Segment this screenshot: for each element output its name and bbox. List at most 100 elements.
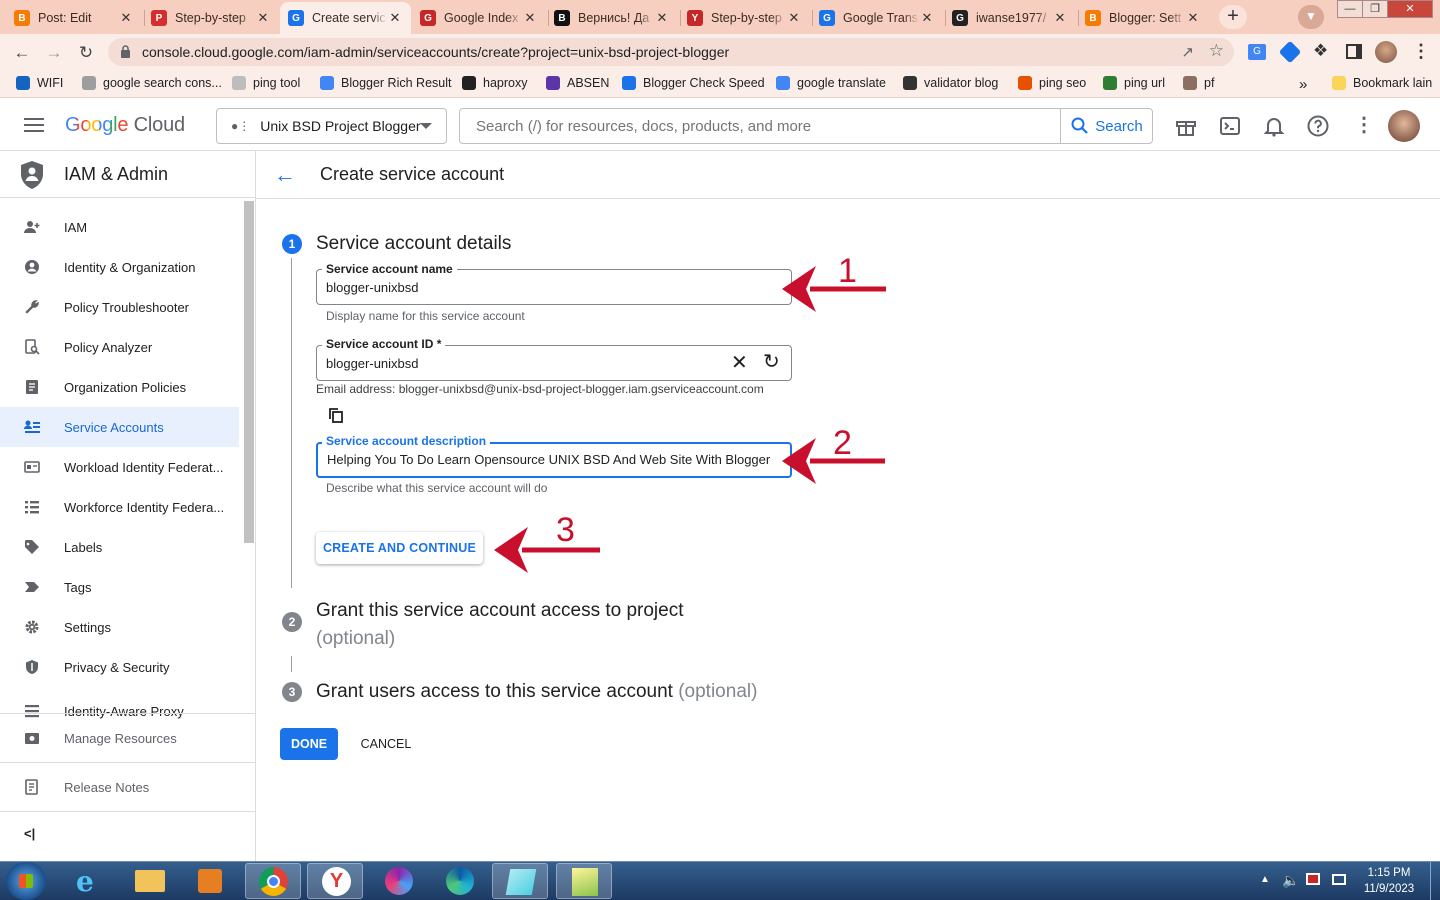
bookmarks-overflow[interactable]: » — [1299, 76, 1307, 93]
profile-avatar[interactable] — [1375, 41, 1397, 63]
bookmark-item[interactable]: haproxy — [462, 76, 527, 90]
notifications-bell-icon[interactable] — [1262, 114, 1286, 138]
tab-close-icon[interactable]: ✕ — [522, 10, 538, 26]
help-icon[interactable] — [1306, 114, 1330, 138]
taskbar-media-player[interactable] — [182, 863, 238, 899]
done-button[interactable]: DONE — [280, 728, 338, 760]
start-button[interactable] — [6, 862, 46, 900]
bookmark-folder[interactable]: Bookmark lain — [1332, 76, 1432, 90]
tab-close-icon[interactable]: ✕ — [1052, 10, 1068, 26]
bookmark-item[interactable]: Blogger Rich Result — [320, 76, 451, 90]
gift-icon[interactable] — [1174, 114, 1198, 138]
browser-tab[interactable]: B Blogger: Sett ✕ — [1077, 2, 1209, 34]
browser-menu-icon[interactable]: ⋮ — [1412, 41, 1430, 62]
create-and-continue-button[interactable]: CREATE AND CONTINUE — [316, 532, 483, 564]
bookmark-item[interactable]: ping tool — [232, 76, 300, 90]
browser-tab[interactable]: Giwanse1977/ ✕ — [944, 2, 1076, 34]
browser-tab[interactable]: G Google Index ✕ — [412, 2, 546, 34]
forward-icon[interactable]: → — [44, 43, 64, 63]
cancel-button[interactable]: CANCEL — [354, 728, 418, 760]
bookmark-item[interactable]: ping seo — [1018, 76, 1086, 90]
bookmark-star-icon[interactable]: ☆ — [1209, 41, 1224, 61]
new-tab-button[interactable]: + — [1219, 5, 1247, 29]
project-selector[interactable]: ●⋮ Unix BSD Project Blogger — [216, 108, 447, 144]
sidebar-item[interactable]: Privacy & Security — [0, 647, 239, 687]
cloud-shell-icon[interactable] — [1218, 114, 1242, 138]
collapse-sidebar-icon[interactable]: <| — [24, 826, 35, 841]
hamburger-menu-icon[interactable] — [24, 118, 44, 132]
minimize-button[interactable]: — — [1337, 0, 1363, 18]
back-arrow-icon[interactable]: ← — [274, 162, 296, 188]
taskbar-yandex[interactable]: Y — [307, 863, 363, 899]
translate-extension-icon[interactable]: G — [1248, 44, 1266, 60]
sidebar-item[interactable]: Policy Troubleshooter — [0, 287, 239, 327]
sidebar-item[interactable]: Policy Analyzer — [0, 327, 239, 367]
sidebar-item[interactable]: Labels — [0, 527, 239, 567]
tab-close-icon[interactable]: ✕ — [786, 10, 802, 26]
taskbar-edge[interactable] — [432, 863, 488, 899]
tab-close-icon[interactable]: ✕ — [1185, 10, 1201, 26]
bookmark-item[interactable]: pf — [1183, 76, 1214, 90]
browser-tab[interactable]: G Create service ✕ — [280, 2, 411, 34]
browser-tab[interactable]: G Google Trans ✕ — [811, 2, 943, 34]
show-desktop-button[interactable] — [1430, 862, 1440, 900]
tab-search-button[interactable]: ▼ — [1298, 5, 1324, 29]
clear-icon[interactable]: ✕ — [731, 350, 748, 375]
browser-tab[interactable]: P Step-by-step ✕ — [143, 2, 279, 34]
search-input[interactable] — [460, 109, 1060, 143]
account-avatar[interactable] — [1388, 110, 1420, 142]
sidebar-item[interactable]: Identity & Organization — [0, 247, 239, 287]
tray-action-center-icon[interactable] — [1332, 874, 1346, 885]
browser-tab[interactable]: Y Step-by-step ✕ — [679, 2, 810, 34]
tray-volume-muted-icon[interactable]: 🔈 — [1282, 872, 1299, 889]
sidebar-item[interactable]: Identity-Aware Proxy — [0, 695, 239, 719]
browser-tab[interactable]: B Post: Edit ✕ — [6, 2, 142, 34]
sidebar-item[interactable]: Tags — [0, 567, 239, 607]
sidebar-scrollbar[interactable] — [244, 201, 254, 543]
reload-icon[interactable]: ↻ — [76, 43, 96, 63]
sidebar-item[interactable]: Service Accounts — [0, 407, 239, 447]
tab-close-icon[interactable]: ✕ — [387, 10, 403, 26]
tray-show-hidden-icon[interactable]: ▲ — [1260, 874, 1270, 885]
search-button[interactable]: Search — [1060, 109, 1153, 143]
bookmark-item[interactable]: Blogger Check Speed — [622, 76, 765, 90]
taskbar-app-swirl[interactable] — [370, 863, 426, 899]
puzzle-extensions-icon[interactable]: ❖ — [1313, 41, 1328, 61]
browser-tab[interactable]: B Вернись! Да ✕ — [546, 2, 678, 34]
manage-resources-link[interactable]: Manage Resources — [0, 718, 239, 758]
service-account-id-input[interactable] — [326, 356, 716, 371]
bookmark-item[interactable]: google search cons... — [82, 76, 222, 90]
sidebar-item[interactable]: Settings — [0, 607, 239, 647]
service-account-name-input[interactable] — [326, 280, 716, 295]
bookmark-item[interactable]: WIFI — [16, 76, 63, 90]
taskbar-file-explorer[interactable] — [122, 863, 178, 899]
bookmark-item[interactable]: ping url — [1103, 76, 1165, 90]
tab-close-icon[interactable]: ✕ — [118, 10, 134, 26]
tab-close-icon[interactable]: ✕ — [255, 10, 271, 26]
bookmark-item[interactable]: ABSEN — [546, 76, 609, 90]
sidebar-item[interactable]: Organization Policies — [0, 367, 239, 407]
back-icon[interactable]: ← — [12, 43, 32, 63]
sidebar-item[interactable]: Workforce Identity Federa... — [0, 487, 239, 527]
sidebar-item[interactable]: IAM — [0, 207, 239, 247]
tab-close-icon[interactable]: ✕ — [654, 10, 670, 26]
close-window-button[interactable]: ✕ — [1387, 0, 1433, 18]
taskbar-internet-explorer[interactable]: e — [62, 863, 118, 899]
bookmark-item[interactable]: google translate — [776, 76, 886, 90]
share-icon[interactable]: ↗ — [1181, 43, 1194, 61]
address-bar[interactable]: console.cloud.google.com/iam-admin/servi… — [108, 38, 1234, 66]
taskbar-paint[interactable] — [556, 863, 612, 899]
regenerate-icon[interactable]: ↻ — [763, 349, 780, 374]
taskbar-chrome[interactable] — [245, 863, 301, 899]
copy-icon[interactable] — [329, 408, 343, 423]
service-account-description-input[interactable] — [327, 452, 777, 467]
release-notes-link[interactable]: Release Notes — [0, 767, 239, 807]
taskbar-app-notes[interactable] — [492, 863, 548, 899]
tray-clock[interactable]: 1:15 PM 11/9/2023 — [1356, 865, 1422, 897]
bookmark-item[interactable]: validator blog — [903, 76, 998, 90]
sidebar-item[interactable]: Workload Identity Federat... — [0, 447, 239, 487]
tray-network-icon[interactable] — [1306, 873, 1320, 885]
restore-button[interactable]: ❐ — [1362, 0, 1388, 18]
google-cloud-logo[interactable]: Google Cloud — [65, 114, 185, 137]
settings-menu-icon[interactable]: ⋮ — [1354, 112, 1374, 137]
